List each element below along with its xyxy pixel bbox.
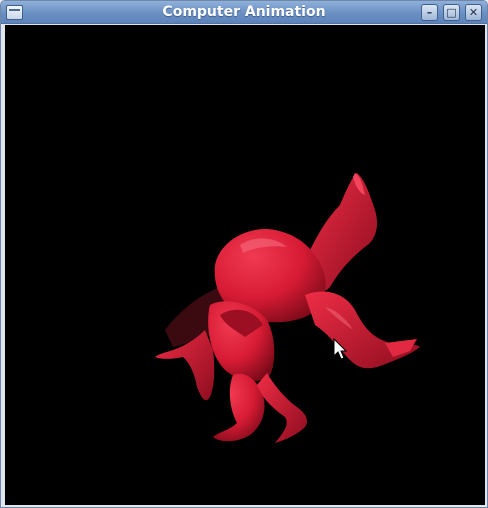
3d-model-render	[155, 173, 420, 443]
minimize-icon: –	[426, 6, 433, 19]
maximize-icon: □	[446, 6, 457, 19]
title-bar[interactable]: Computer Animation – □ ✕	[1, 1, 487, 24]
window-title: Computer Animation	[162, 4, 326, 20]
app-window: Computer Animation – □ ✕	[0, 0, 488, 508]
close-button[interactable]: ✕	[465, 4, 482, 21]
close-icon: ✕	[468, 6, 479, 19]
render-viewport[interactable]	[5, 25, 485, 505]
armadillo-model	[155, 173, 420, 443]
maximize-button[interactable]: □	[443, 4, 460, 21]
minimize-button[interactable]: –	[421, 4, 438, 21]
